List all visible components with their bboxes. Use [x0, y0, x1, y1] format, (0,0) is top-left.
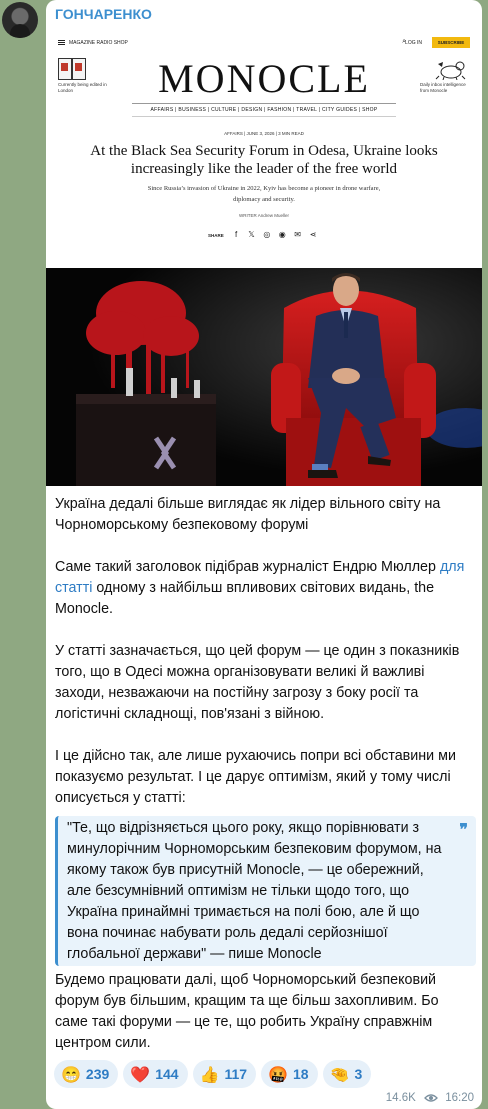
- grin-emoji-icon: 😁: [61, 1067, 81, 1084]
- article-kicker: AFFAIRS | JUNE 3, 2026 | 3 MIN READ: [224, 131, 304, 136]
- reaction-count: 117: [224, 1066, 248, 1082]
- mascot-icon: [435, 61, 466, 80]
- views-count: 14.6K: [385, 1092, 416, 1104]
- quote-text: "Те, що відрізняється цього року, якщо п…: [67, 820, 442, 962]
- message-meta: 14.6K 16:20: [386, 1092, 474, 1104]
- article-writer: WRITER Andrew Mueller: [238, 213, 289, 218]
- blockquote: "Те, що відрізняється цього року, якщо п…: [55, 816, 476, 966]
- subscribe-button: SUBSCRIBE: [432, 37, 470, 48]
- paragraph-4: І це дійсно так, але лише рухаючись попр…: [55, 748, 456, 806]
- quote-icon: ❞: [459, 820, 468, 839]
- x-icon: 𝕏: [248, 230, 255, 239]
- article-standfirst: Since Russia’s invasion of Ukraine in 20…: [147, 185, 381, 203]
- message-text: Україна дедалі більше виглядає як лідер …: [55, 494, 475, 830]
- reaction-pinch[interactable]: 🤏 3: [322, 1060, 372, 1088]
- forum-photo[interactable]: [46, 268, 482, 486]
- daily-note: Daily inbox intelligence from Monocle: [420, 82, 466, 93]
- heart-emoji-icon: ❤️: [130, 1067, 151, 1084]
- article-menu: MAGAZINE RADIO SHOP: [58, 40, 128, 46]
- hamburger-icon: [58, 40, 65, 41]
- angry-emoji-icon: 🤬: [268, 1067, 288, 1084]
- message-bubble: ГОНЧАРЕНКО MAGAZINE RADIO SHOP ⌕ LOG IN …: [46, 0, 482, 1109]
- reaction-count: 3: [354, 1066, 363, 1082]
- messenger-icon: ◉: [278, 230, 286, 239]
- channel-avatar[interactable]: [2, 2, 38, 38]
- reaction-count: 144: [155, 1066, 179, 1082]
- reaction-count: 239: [85, 1066, 110, 1082]
- share-row: SHARE f 𝕏 ◎ ◉ ✉ ⋖: [46, 230, 482, 240]
- login-link: LOG IN: [405, 40, 422, 46]
- message-time: 16:20: [445, 1092, 474, 1104]
- thumbs-up-emoji-icon: 👍: [199, 1067, 220, 1084]
- channel-name[interactable]: ГОНЧАРЕНКО: [55, 6, 152, 22]
- reaction-angry[interactable]: 🤬 18: [261, 1060, 318, 1088]
- reaction-thumbs-up[interactable]: 👍 117: [192, 1060, 257, 1088]
- article-topbar: MAGAZINE RADIO SHOP ⌕ LOG IN SUBSCRIBE: [58, 37, 470, 50]
- paragraph-1: Україна дедалі більше виглядає як лідер …: [55, 496, 441, 533]
- facebook-icon: f: [234, 230, 238, 239]
- paragraph-5: Будемо працювати далі, щоб Чорноморський…: [55, 972, 439, 1051]
- eye-icon: [424, 1094, 438, 1102]
- email-icon: ✉: [294, 230, 301, 239]
- paragraph-2: Саме такий заголовок підібрав журналіст …: [55, 559, 465, 617]
- paragraph-3: У статті зазначається, що цей форум — це…: [55, 643, 460, 722]
- share-label: SHARE: [207, 232, 224, 238]
- pinch-emoji-icon: 🤏: [329, 1067, 350, 1084]
- article-nav: AFFAIRS | BUSINESS | CULTURE | DESIGN | …: [132, 103, 396, 117]
- reaction-heart[interactable]: ❤️ 144: [123, 1060, 188, 1088]
- article-screenshot[interactable]: MAGAZINE RADIO SHOP ⌕ LOG IN SUBSCRIBE C…: [46, 30, 482, 268]
- reaction-grin[interactable]: 😁 239: [54, 1060, 119, 1088]
- whatsapp-icon: ◎: [263, 230, 271, 239]
- reaction-count: 18: [293, 1066, 309, 1082]
- monocle-logo: MONOCLE: [158, 56, 370, 101]
- reactions-bar: 😁 239 ❤️ 144 👍 117 🤬 18 🤏 3: [54, 1060, 376, 1088]
- share-icon: ⋖: [309, 230, 317, 239]
- speaker-on-stage-image: [46, 268, 482, 486]
- article-headline: At the Black Sea Security Forum in Odesa…: [90, 143, 438, 177]
